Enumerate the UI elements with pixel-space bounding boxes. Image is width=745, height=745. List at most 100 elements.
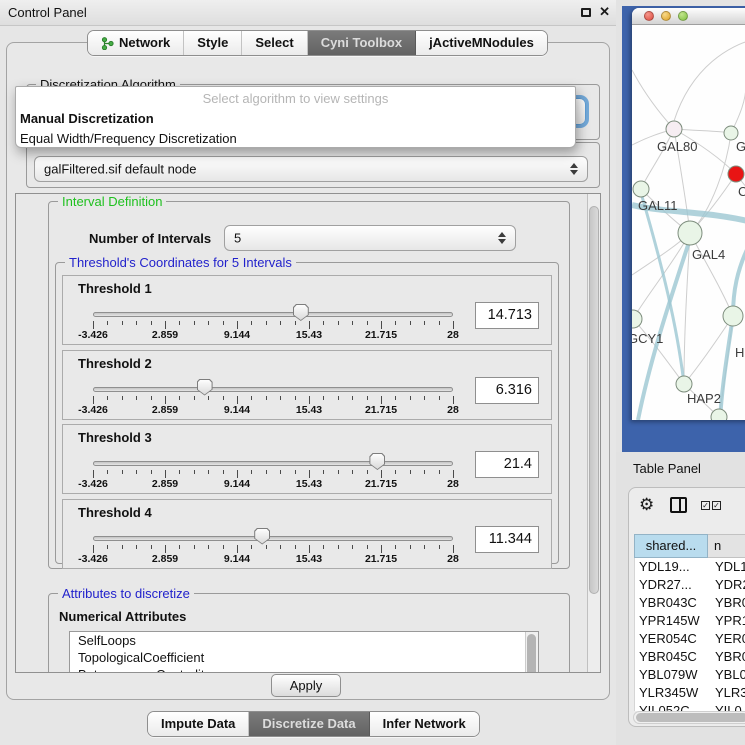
list-item-topologicalcoefficient[interactable]: TopologicalCoefficient [70,649,538,666]
tab-cyni-toolbox[interactable]: Cyni Toolbox [307,31,415,55]
column-header-name[interactable]: n [708,534,745,558]
tick-mark [424,396,425,400]
list-scrollbar[interactable] [525,632,538,673]
network-node-ga[interactable] [724,126,738,140]
tick-label: 2.859 [152,553,178,565]
close-icon[interactable]: ✕ [599,4,610,20]
tick-label: 15.43 [296,553,322,565]
tab-label: Discretize Data [262,712,355,736]
numerical-attributes-list[interactable]: SelfLoopsTopologicalCoefficientBetweenne… [69,631,539,673]
table-row[interactable]: YDR27...YDR2 [635,576,745,594]
table-hscrollbar-thumb[interactable] [636,713,745,722]
tab-select[interactable]: Select [241,31,306,55]
tick-mark [266,396,267,400]
dropdown-option-equal-width-frequency-discretization[interactable]: Equal Width/Frequency Discretization [16,129,575,149]
slider-thumb[interactable] [254,528,270,545]
network-node-gcy1[interactable] [632,310,642,328]
tick-mark [280,396,281,400]
cell-shared-name: YBR043C [635,594,709,612]
tab-label: Impute Data [161,712,235,736]
table-row[interactable]: YIL052CYIL0 [635,702,745,711]
close-traffic-light-icon[interactable] [644,11,654,21]
tick-mark [295,470,296,474]
number-of-intervals-spinner[interactable]: 5 [224,225,516,251]
table-hscrollbar[interactable] [633,711,745,724]
tab-impute-data[interactable]: Impute Data [148,712,248,736]
tab-infer-network[interactable]: Infer Network [369,712,479,736]
threshold-value-field[interactable]: 14.713 [475,302,539,329]
tick-mark [179,321,180,325]
slider-track[interactable] [93,536,453,541]
table-row[interactable]: YLR345WYLR3 [635,684,745,702]
tab-label: Infer Network [383,712,466,736]
slider-track[interactable] [93,461,453,466]
tick-label: 15.43 [296,329,322,341]
tick-mark [323,545,324,549]
slider-track[interactable] [93,387,453,392]
tick-mark [424,470,425,474]
minimize-traffic-light-icon[interactable] [661,11,671,21]
list-item-betweennesscentrality[interactable]: BetweennessCentrality [70,666,538,673]
panel-scrollbar-thumb[interactable] [589,206,599,594]
app-root: Control Panel ✕ NetworkStyle Select Cyni T… [0,0,745,745]
table-row[interactable]: YDL19...YDL1 [635,558,745,576]
gear-icon[interactable]: ⚙ [639,495,654,515]
tick-mark [338,470,339,474]
network-node-gal11[interactable] [633,181,649,197]
tick-label: 21.715 [365,404,397,416]
attributes-to-discretize-label: Attributes to discretize [58,586,194,601]
threshold-coordinates-group: Threshold's Coordinates for 5 Intervals … [55,262,559,564]
cell-shared-name: YBL079W [635,666,709,684]
slider-thumb-face [370,454,384,469]
threshold-value-field[interactable]: 6.316 [475,377,539,404]
cell-name: YPR1 [709,612,745,630]
control-panel-titlebar: Control Panel ✕ [0,0,616,26]
table-row[interactable]: YPR145WYPR1 [635,612,745,630]
slider-thumb-face [198,380,212,395]
float-window-icon[interactable] [581,8,591,17]
split-columns-icon[interactable] [670,497,687,513]
list-item-selfloops[interactable]: SelfLoops [70,632,538,649]
dropdown-option-manual-discretization[interactable]: Manual Discretization [16,109,575,129]
network-canvas[interactable]: GAL80GACGAL11GAL4GCY1HHAP2 [632,25,745,420]
table-row[interactable]: YBL079WYBL0 [635,666,745,684]
threshold-label: Threshold 4 [78,505,152,520]
tick-mark [237,470,238,478]
tick-mark [107,545,108,549]
network-node[interactable] [711,409,727,420]
table-row[interactable]: YBR045CYBR0 [635,648,745,666]
network-node-hap2[interactable] [676,376,692,392]
tab-style[interactable]: Style [183,31,241,55]
table-data-combobox[interactable]: galFiltered.sif default node [34,156,588,182]
column-header-shared[interactable]: shared... [634,534,708,558]
tick-label: 28 [447,329,459,341]
tick-mark [237,321,238,329]
network-node-h[interactable] [723,306,743,326]
tab-discretize-data[interactable]: Discretize Data [248,712,368,736]
slider-thumb[interactable] [197,379,213,396]
panel-scrollbar[interactable] [587,194,600,672]
tab-jactivemnodules[interactable]: jActiveMNodules [415,31,547,55]
network-node-gal4[interactable] [678,221,702,245]
tick-mark [136,321,137,325]
table-row[interactable]: YBR043CYBR0 [635,594,745,612]
threshold-value-field[interactable]: 11.344 [475,526,539,553]
checkbox-icon[interactable]: ✓ [712,501,721,510]
slider-thumb[interactable] [369,453,385,470]
tick-mark [367,396,368,400]
list-scrollbar-thumb[interactable] [527,634,536,673]
network-node-c[interactable] [728,166,744,182]
threshold-value-field[interactable]: 21.4 [475,451,539,478]
network-icon [101,37,114,50]
slider-thumb[interactable] [293,304,309,321]
zoom-traffic-light-icon[interactable] [678,11,688,21]
network-node-label: GA [736,139,745,154]
network-node-gal80[interactable] [666,121,682,137]
tab-network[interactable]: Network [88,31,183,55]
table-row[interactable]: YER054CYER0 [635,630,745,648]
checkbox-icon[interactable]: ✓ [701,501,710,510]
apply-button[interactable]: Apply [271,674,341,697]
tick-label: 28 [447,404,459,416]
slider-track[interactable] [93,312,453,317]
tab-label: Select [255,31,293,55]
